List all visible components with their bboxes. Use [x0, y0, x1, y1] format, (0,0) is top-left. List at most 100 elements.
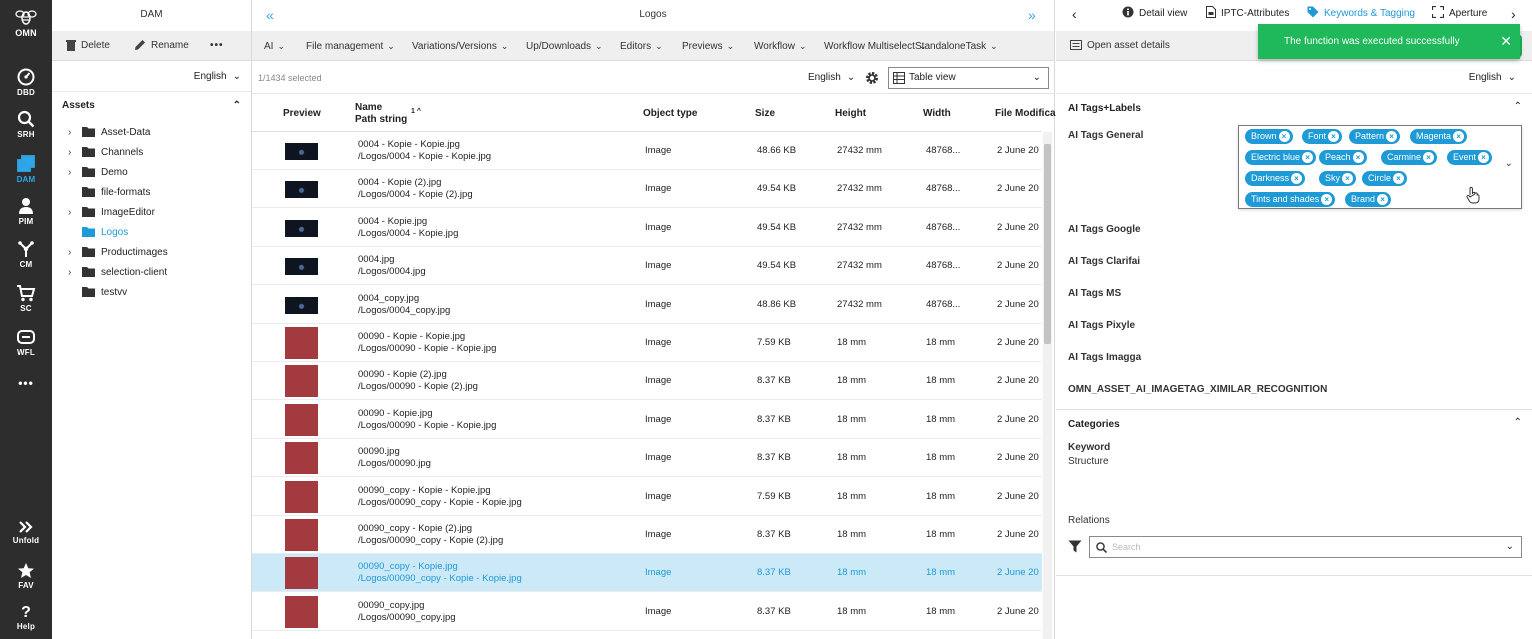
omn-logo[interactable]: OMN: [0, 8, 52, 46]
table-row[interactable]: 00090_copy.jpg/Logos/00090_copy.jpg Image…: [252, 593, 1042, 631]
collapse-assets-icon[interactable]: ⌃: [233, 100, 241, 111]
tag-chip[interactable]: Darkness ×: [1245, 171, 1306, 186]
column-file-modified[interactable]: File Modifica: [995, 95, 1056, 132]
remove-tag-icon[interactable]: ×: [1321, 194, 1333, 205]
table-row[interactable]: 00090_copy - Kopie.jpg/Logos/00090_copy …: [252, 554, 1042, 593]
chevron-right-icon[interactable]: ›: [68, 163, 82, 183]
remove-tag-icon[interactable]: ×: [1291, 173, 1303, 184]
sort-indicator[interactable]: 1 ^: [411, 93, 421, 130]
rail-item-cm[interactable]: CM: [0, 240, 52, 280]
open-asset-details-button[interactable]: Open asset details: [1070, 31, 1170, 61]
menu-item[interactable]: Variations/Versions ⌄: [412, 31, 508, 61]
remove-tag-icon[interactable]: ×: [1302, 152, 1314, 163]
remove-tag-icon[interactable]: ×: [1352, 152, 1364, 163]
tag-chip[interactable]: Font ×: [1302, 129, 1343, 144]
table-row[interactable]: 0004 - Kopie (2).jpg/Logos/0004 - Kopie …: [252, 170, 1042, 209]
column-object-type[interactable]: Object type: [643, 95, 697, 132]
tree-item[interactable]: › Asset-Data: [68, 123, 150, 143]
menu-item[interactable]: AI ⌄: [264, 31, 285, 61]
tree-item[interactable]: › Demo: [68, 163, 128, 183]
tag-chip[interactable]: Peach ×: [1319, 150, 1367, 165]
ai-tags-general-multiselect[interactable]: ⌄ Brown × Font × Pattern × Magenta × Electric bl…: [1238, 125, 1522, 209]
rail-unfold-button[interactable]: Unfold: [0, 520, 52, 560]
remove-tag-icon[interactable]: ×: [1423, 152, 1435, 163]
remove-tag-icon[interactable]: ×: [1328, 131, 1340, 142]
table-row[interactable]: 0004 - Kopie - Kopie.jpg/Logos/0004 - Ko…: [252, 132, 1042, 170]
table-row[interactable]: 0004_copy.jpg/Logos/0004_copy.jpg Image 48…: [252, 286, 1042, 324]
rail-item-dbd[interactable]: DBD: [0, 68, 52, 108]
main-language-select[interactable]: English ⌄: [808, 62, 855, 94]
table-row[interactable]: 00090.jpg/Logos/00090.jpg Image 8.37 KB 18 …: [252, 439, 1042, 478]
rail-item-wfl[interactable]: WFL: [0, 328, 52, 368]
menu-item[interactable]: Previews ⌄: [682, 31, 734, 61]
expand-right-icon[interactable]: »: [1028, 7, 1036, 23]
column-preview[interactable]: Preview: [283, 95, 321, 132]
detail-language-select[interactable]: English ⌄: [1469, 62, 1516, 94]
table-row[interactable]: 0004.jpg/Logos/0004.jpg Image 49.54 KB 2743…: [252, 247, 1042, 286]
rail-more-button[interactable]: •••: [0, 376, 52, 396]
relations-search-input[interactable]: Search ⌄: [1089, 536, 1522, 558]
table-row[interactable]: 0004 - Kopie.jpg/Logos/0004 - Kopie.jpg I…: [252, 209, 1042, 247]
tabs-prev-icon[interactable]: ‹: [1072, 0, 1077, 28]
rail-item-sc[interactable]: SC: [0, 284, 52, 324]
rail-item-srh[interactable]: SRH: [0, 110, 52, 150]
tree-item[interactable]: › Channels: [68, 143, 143, 163]
tag-chip[interactable]: Circle ×: [1362, 171, 1408, 186]
tag-chip[interactable]: Electric blue ×: [1245, 150, 1317, 165]
chevron-right-icon[interactable]: ›: [68, 143, 82, 163]
scrollbar-thumb[interactable]: [1044, 144, 1051, 344]
column-name[interactable]: Name Path string: [355, 95, 407, 132]
remove-tag-icon[interactable]: ×: [1377, 194, 1389, 205]
tag-chip[interactable]: Magenta ×: [1410, 129, 1468, 144]
gear-icon[interactable]: [865, 71, 879, 88]
menu-item[interactable]: Workflow Multiselect ⌄: [824, 31, 927, 61]
table-row[interactable]: 00090_copy - Kopie (2).jpg/Logos/00090_c…: [252, 516, 1042, 554]
column-size[interactable]: Size: [755, 95, 775, 132]
tree-language-select[interactable]: English ⌄: [194, 62, 241, 92]
menu-item[interactable]: Workflow ⌄: [754, 31, 806, 61]
remove-tag-icon[interactable]: ×: [1453, 131, 1465, 142]
tree-item[interactable]: › Productimages: [68, 243, 168, 263]
menu-item[interactable]: Editors ⌄: [620, 31, 663, 61]
tab-detail-view[interactable]: Detail view: [1122, 0, 1187, 28]
menu-item[interactable]: File management ⌄: [306, 31, 395, 61]
chevron-down-icon[interactable]: ⌄: [1506, 537, 1514, 557]
tree-more-button[interactable]: •••: [210, 31, 224, 61]
chevron-right-icon[interactable]: ›: [68, 263, 82, 283]
column-height[interactable]: Height: [835, 95, 866, 132]
toast-close-icon[interactable]: ✕: [1500, 24, 1512, 59]
tree-item[interactable]: file-formats: [68, 183, 150, 203]
tree-item[interactable]: Logos: [68, 223, 128, 243]
view-mode-select[interactable]: Table view ⌄: [888, 67, 1049, 89]
remove-tag-icon[interactable]: ×: [1393, 173, 1405, 184]
tag-chip[interactable]: Event ×: [1447, 150, 1493, 165]
tag-chip[interactable]: Sky ×: [1319, 171, 1357, 186]
tag-chip[interactable]: Brown ×: [1245, 129, 1293, 144]
rename-button[interactable]: Rename: [134, 31, 189, 61]
table-row[interactable]: 00090 - Kopie (2).jpg/Logos/00090 - Kopi…: [252, 362, 1042, 401]
tag-chip[interactable]: Brand ×: [1345, 192, 1392, 207]
chevron-right-icon[interactable]: ›: [68, 243, 82, 263]
filter-icon[interactable]: [1068, 540, 1082, 553]
remove-tag-icon[interactable]: ×: [1278, 131, 1290, 142]
rail-item-dam[interactable]: DAM: [0, 155, 52, 195]
table-row[interactable]: 00090 - Kopie - Kopie.jpg/Logos/00090 - …: [252, 324, 1042, 362]
tag-chip[interactable]: Pattern ×: [1349, 129, 1401, 144]
tree-item[interactable]: › selection-client: [68, 263, 167, 283]
tag-chip[interactable]: Tints and shades ×: [1245, 192, 1336, 207]
column-width[interactable]: Width: [923, 95, 951, 132]
tree-item[interactable]: › ImageEditor: [68, 203, 155, 223]
remove-tag-icon[interactable]: ×: [1386, 131, 1398, 142]
rail-item-pim[interactable]: PIM: [0, 197, 52, 237]
delete-button[interactable]: Delete: [66, 31, 110, 61]
table-scrollbar[interactable]: [1043, 132, 1052, 639]
tree-item[interactable]: testvv: [68, 283, 127, 303]
rail-help-button[interactable]: ? Help: [0, 604, 52, 639]
menu-item[interactable]: Up/Downloads ⌄: [526, 31, 603, 61]
remove-tag-icon[interactable]: ×: [1342, 173, 1354, 184]
remove-tag-icon[interactable]: ×: [1478, 152, 1490, 163]
chevron-down-icon[interactable]: ⌄: [1505, 158, 1513, 169]
rail-fav-button[interactable]: FAV: [0, 562, 52, 602]
table-row[interactable]: 00090 - Kopie.jpg/Logos/00090 - Kopie - …: [252, 401, 1042, 439]
tag-chip[interactable]: Carmine ×: [1381, 150, 1438, 165]
